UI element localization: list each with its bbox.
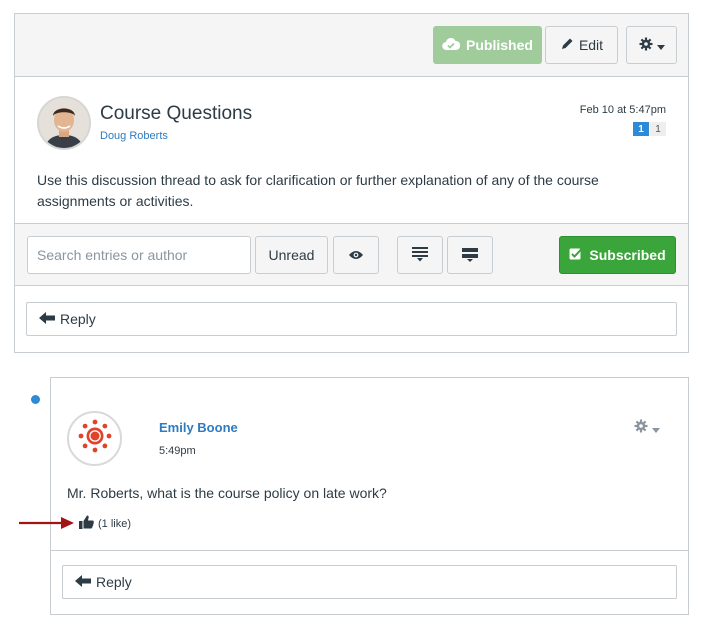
topic-reply-button[interactable]: Reply [26, 302, 677, 336]
checkbox-icon [569, 247, 583, 264]
topic-title: Course Questions [100, 103, 253, 124]
published-button[interactable]: Published [433, 26, 542, 64]
caret-down-icon [652, 420, 660, 438]
search-input[interactable] [27, 236, 251, 274]
pencil-icon [560, 37, 574, 54]
caret-down-icon [656, 37, 665, 53]
entry-reply-label: Reply [96, 574, 132, 590]
unread-indicator [31, 395, 40, 404]
unread-filter-button[interactable]: Unread [255, 236, 328, 274]
unread-count-badge: 1 [633, 122, 649, 136]
discussion-topic-panel: Published Edit Course Questions Doug Rob… [14, 13, 689, 353]
entry-author-avatar[interactable] [67, 411, 122, 466]
topic-header-bar: Published Edit [15, 14, 688, 77]
expand-icon [462, 246, 478, 265]
thumbs-up-icon[interactable] [79, 515, 94, 532]
topic-message: Use this discussion thread to ask for cl… [37, 172, 599, 209]
subscribed-label: Subscribed [589, 247, 666, 263]
like-control[interactable]: (1 like) [79, 515, 131, 532]
author-avatar[interactable] [37, 96, 91, 150]
discussion-entry: Emily Boone 5:49pm Mr. Roberts, what is … [50, 377, 689, 615]
reply-arrow-icon [75, 574, 91, 590]
entry-message: Mr. Roberts, what is the course policy o… [67, 485, 387, 501]
reply-arrow-icon [39, 311, 55, 327]
gear-icon [639, 37, 653, 54]
collapse-icon [412, 246, 428, 265]
expand-replies-button[interactable] [447, 236, 493, 274]
edit-label: Edit [578, 37, 604, 53]
topic-author-link[interactable]: Doug Roberts [100, 130, 168, 142]
reply-count-badges: 1 1 [633, 122, 666, 136]
gear-icon [634, 419, 648, 438]
entry-divider [51, 550, 688, 551]
entry-reply-button[interactable]: Reply [62, 565, 677, 599]
cloud-check-icon [442, 37, 461, 54]
topic-settings-button[interactable] [626, 26, 677, 64]
subscribed-button[interactable]: Subscribed [559, 236, 676, 274]
entry-timestamp: 5:49pm [159, 445, 196, 457]
published-label: Published [466, 37, 533, 53]
entry-settings-button[interactable] [634, 419, 660, 438]
topic-date: Feb 10 at 5:47pm [579, 104, 666, 116]
canvas-logo-icon [77, 418, 113, 459]
eye-icon [349, 247, 363, 263]
collapse-replies-button[interactable] [397, 236, 443, 274]
entry-author-link[interactable]: Emily Boone [159, 420, 238, 435]
edit-button[interactable]: Edit [545, 26, 618, 64]
like-count: (1 like) [98, 517, 132, 530]
mark-all-read-button[interactable] [333, 236, 379, 274]
annotation-arrow-icon [19, 515, 75, 536]
reply-label: Reply [60, 311, 96, 327]
discussion-toolbar: Unread Subscribed [15, 223, 688, 286]
total-count-badge: 1 [650, 122, 666, 136]
